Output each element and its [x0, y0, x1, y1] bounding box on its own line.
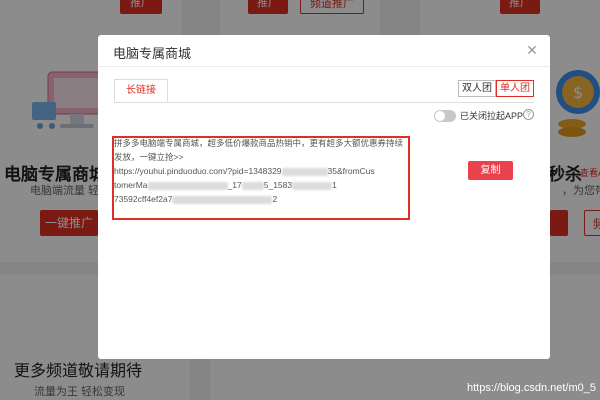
highlight-box — [112, 136, 410, 220]
segment-single-group[interactable]: 单人团 — [496, 80, 534, 97]
tab-divider — [114, 102, 534, 103]
segment-double-group[interactable]: 双人团 — [458, 80, 496, 97]
open-app-toggle[interactable] — [434, 110, 456, 122]
toggle-knob — [435, 111, 445, 121]
modal-header: 电脑专属商城 ✕ — [98, 35, 550, 67]
open-app-toggle-label: 已关闭拉起APP — [460, 111, 524, 121]
watermark: https://blog.csdn.net/m0_5 — [466, 382, 596, 394]
close-icon[interactable]: ✕ — [524, 42, 540, 58]
tab-long-link[interactable]: 长链接 — [114, 79, 168, 102]
modal-title: 电脑专属商城 — [113, 46, 192, 61]
help-icon[interactable]: ? — [523, 109, 534, 120]
link-modal: 电脑专属商城 ✕ 长链接 双人团 单人团 已关闭拉起APP ? 拼多多电脑端专属… — [98, 35, 550, 359]
copy-button[interactable]: 复制 — [468, 161, 513, 180]
